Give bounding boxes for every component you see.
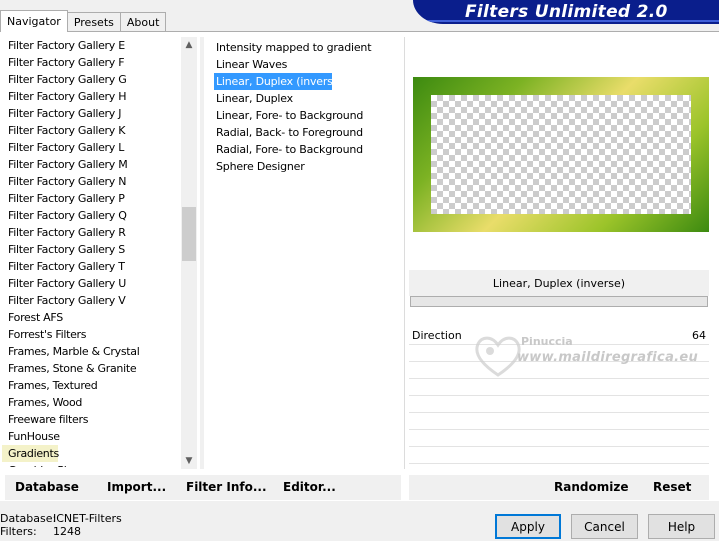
category-item[interactable]: Frames, Marble & Crystal (0, 343, 181, 360)
category-item[interactable]: Filter Factory Gallery K (0, 122, 181, 139)
parameter-row-empty (409, 447, 709, 464)
tab-presets[interactable]: Presets (66, 12, 121, 32)
filters-count-value: 1248 (53, 525, 81, 538)
reset-button[interactable]: Reset (653, 480, 691, 494)
category-item[interactable]: Graphics Plus (0, 462, 181, 467)
category-item[interactable]: Frames, Textured (0, 377, 181, 394)
filter-info-button[interactable]: Filter Info... (186, 480, 267, 494)
category-item[interactable]: Filter Factory Gallery J (0, 105, 181, 122)
apply-button[interactable]: Apply (495, 514, 561, 539)
filter-item[interactable]: Radial, Back- to Foreground (214, 124, 399, 141)
tab-about[interactable]: About (119, 12, 167, 32)
category-item[interactable]: Filter Factory Gallery P (0, 190, 181, 207)
tab-strip: Navigator Presets About (0, 10, 167, 32)
watermark-name: Pinuccia (521, 335, 573, 348)
watermark-url: www.maildiregrafica.eu (517, 350, 699, 365)
editor-button[interactable]: Editor... (283, 480, 336, 494)
filter-item[interactable]: Radial, Fore- to Background (214, 141, 399, 158)
scroll-up-icon[interactable]: ▲ (181, 37, 197, 53)
brand-title: Filters Unlimited 2.0 (465, 2, 668, 22)
help-button[interactable]: Help (648, 514, 715, 539)
parameter-label: Direction (412, 329, 462, 342)
cancel-button[interactable]: Cancel (571, 514, 638, 539)
preview-transparency (431, 95, 691, 214)
right-toolbar: Randomize Reset (409, 475, 709, 500)
parameter-row-empty (409, 379, 709, 396)
parameter-value: 64 (692, 329, 706, 342)
category-item[interactable]: Gradients (2, 445, 59, 462)
filter-preview (413, 77, 709, 232)
database-label: Database: (0, 512, 57, 525)
filter-list[interactable]: Intensity mapped to gradient Linear Waves… (214, 39, 399, 175)
filter-item[interactable]: Linear, Fore- to Background (214, 107, 399, 124)
database-value: ICNET-Filters (53, 512, 122, 525)
filter-item[interactable]: Linear Waves (214, 56, 399, 73)
import-button[interactable]: Import... (107, 480, 166, 494)
tab-navigator[interactable]: Navigator (0, 10, 68, 32)
category-item[interactable]: Filter Factory Gallery M (0, 156, 181, 173)
scroll-down-icon[interactable]: ▼ (181, 453, 197, 469)
left-toolbar: Database Import... Filter Info... Editor… (5, 475, 401, 500)
category-item[interactable]: Filter Factory Gallery R (0, 224, 181, 241)
category-item[interactable]: Forest AFS (0, 309, 181, 326)
category-item[interactable]: Filter Factory Gallery S (0, 241, 181, 258)
list-divider (200, 37, 204, 469)
randomize-button[interactable]: Randomize (554, 480, 628, 494)
panel-divider (404, 37, 405, 469)
category-item[interactable]: Filter Factory Gallery E (0, 37, 181, 54)
category-item[interactable]: Filter Factory Gallery T (0, 258, 181, 275)
category-item[interactable]: Frames, Stone & Granite (0, 360, 181, 377)
brand-banner: Filters Unlimited 2.0 (413, 0, 719, 24)
database-button[interactable]: Database (15, 480, 79, 494)
category-item[interactable]: Filter Factory Gallery G (0, 71, 181, 88)
category-scrollbar[interactable]: ▲ ▼ (181, 37, 197, 469)
category-item[interactable]: Frames, Wood (0, 394, 181, 411)
filter-item[interactable]: Sphere Designer (214, 158, 399, 175)
category-item[interactable]: Filter Factory Gallery L (0, 139, 181, 156)
scroll-thumb[interactable] (182, 207, 196, 261)
category-item[interactable]: Forrest's Filters (0, 326, 181, 343)
database-info: Database: ICNET-Filters Filters: 1248 (0, 512, 122, 538)
category-item[interactable]: Filter Factory Gallery N (0, 173, 181, 190)
filter-item[interactable]: Intensity mapped to gradient (214, 39, 399, 56)
category-item[interactable]: Filter Factory Gallery H (0, 88, 181, 105)
current-filter-title: Linear, Duplex (inverse) (409, 270, 709, 296)
main-frame: Filter Factory Gallery E Filter Factory G… (0, 31, 719, 501)
category-item[interactable]: Filter Factory Gallery Q (0, 207, 181, 224)
category-list[interactable]: Filter Factory Gallery E Filter Factory G… (0, 37, 181, 467)
category-item[interactable]: Filter Factory Gallery F (0, 54, 181, 71)
parameter-slider[interactable] (410, 296, 708, 307)
filter-item[interactable]: Linear, Duplex (214, 90, 399, 107)
parameter-row-empty (409, 430, 709, 447)
filter-item[interactable]: Linear, Duplex (inverse) (214, 73, 344, 90)
category-item[interactable]: FunHouse (0, 428, 181, 445)
category-item[interactable]: Freeware filters (0, 411, 181, 428)
parameter-row-empty (409, 396, 709, 413)
category-item[interactable]: Filter Factory Gallery U (0, 275, 181, 292)
parameter-row-empty (409, 413, 709, 430)
category-item[interactable]: Filter Factory Gallery V (0, 292, 181, 309)
filters-count-label: Filters: (0, 525, 37, 538)
